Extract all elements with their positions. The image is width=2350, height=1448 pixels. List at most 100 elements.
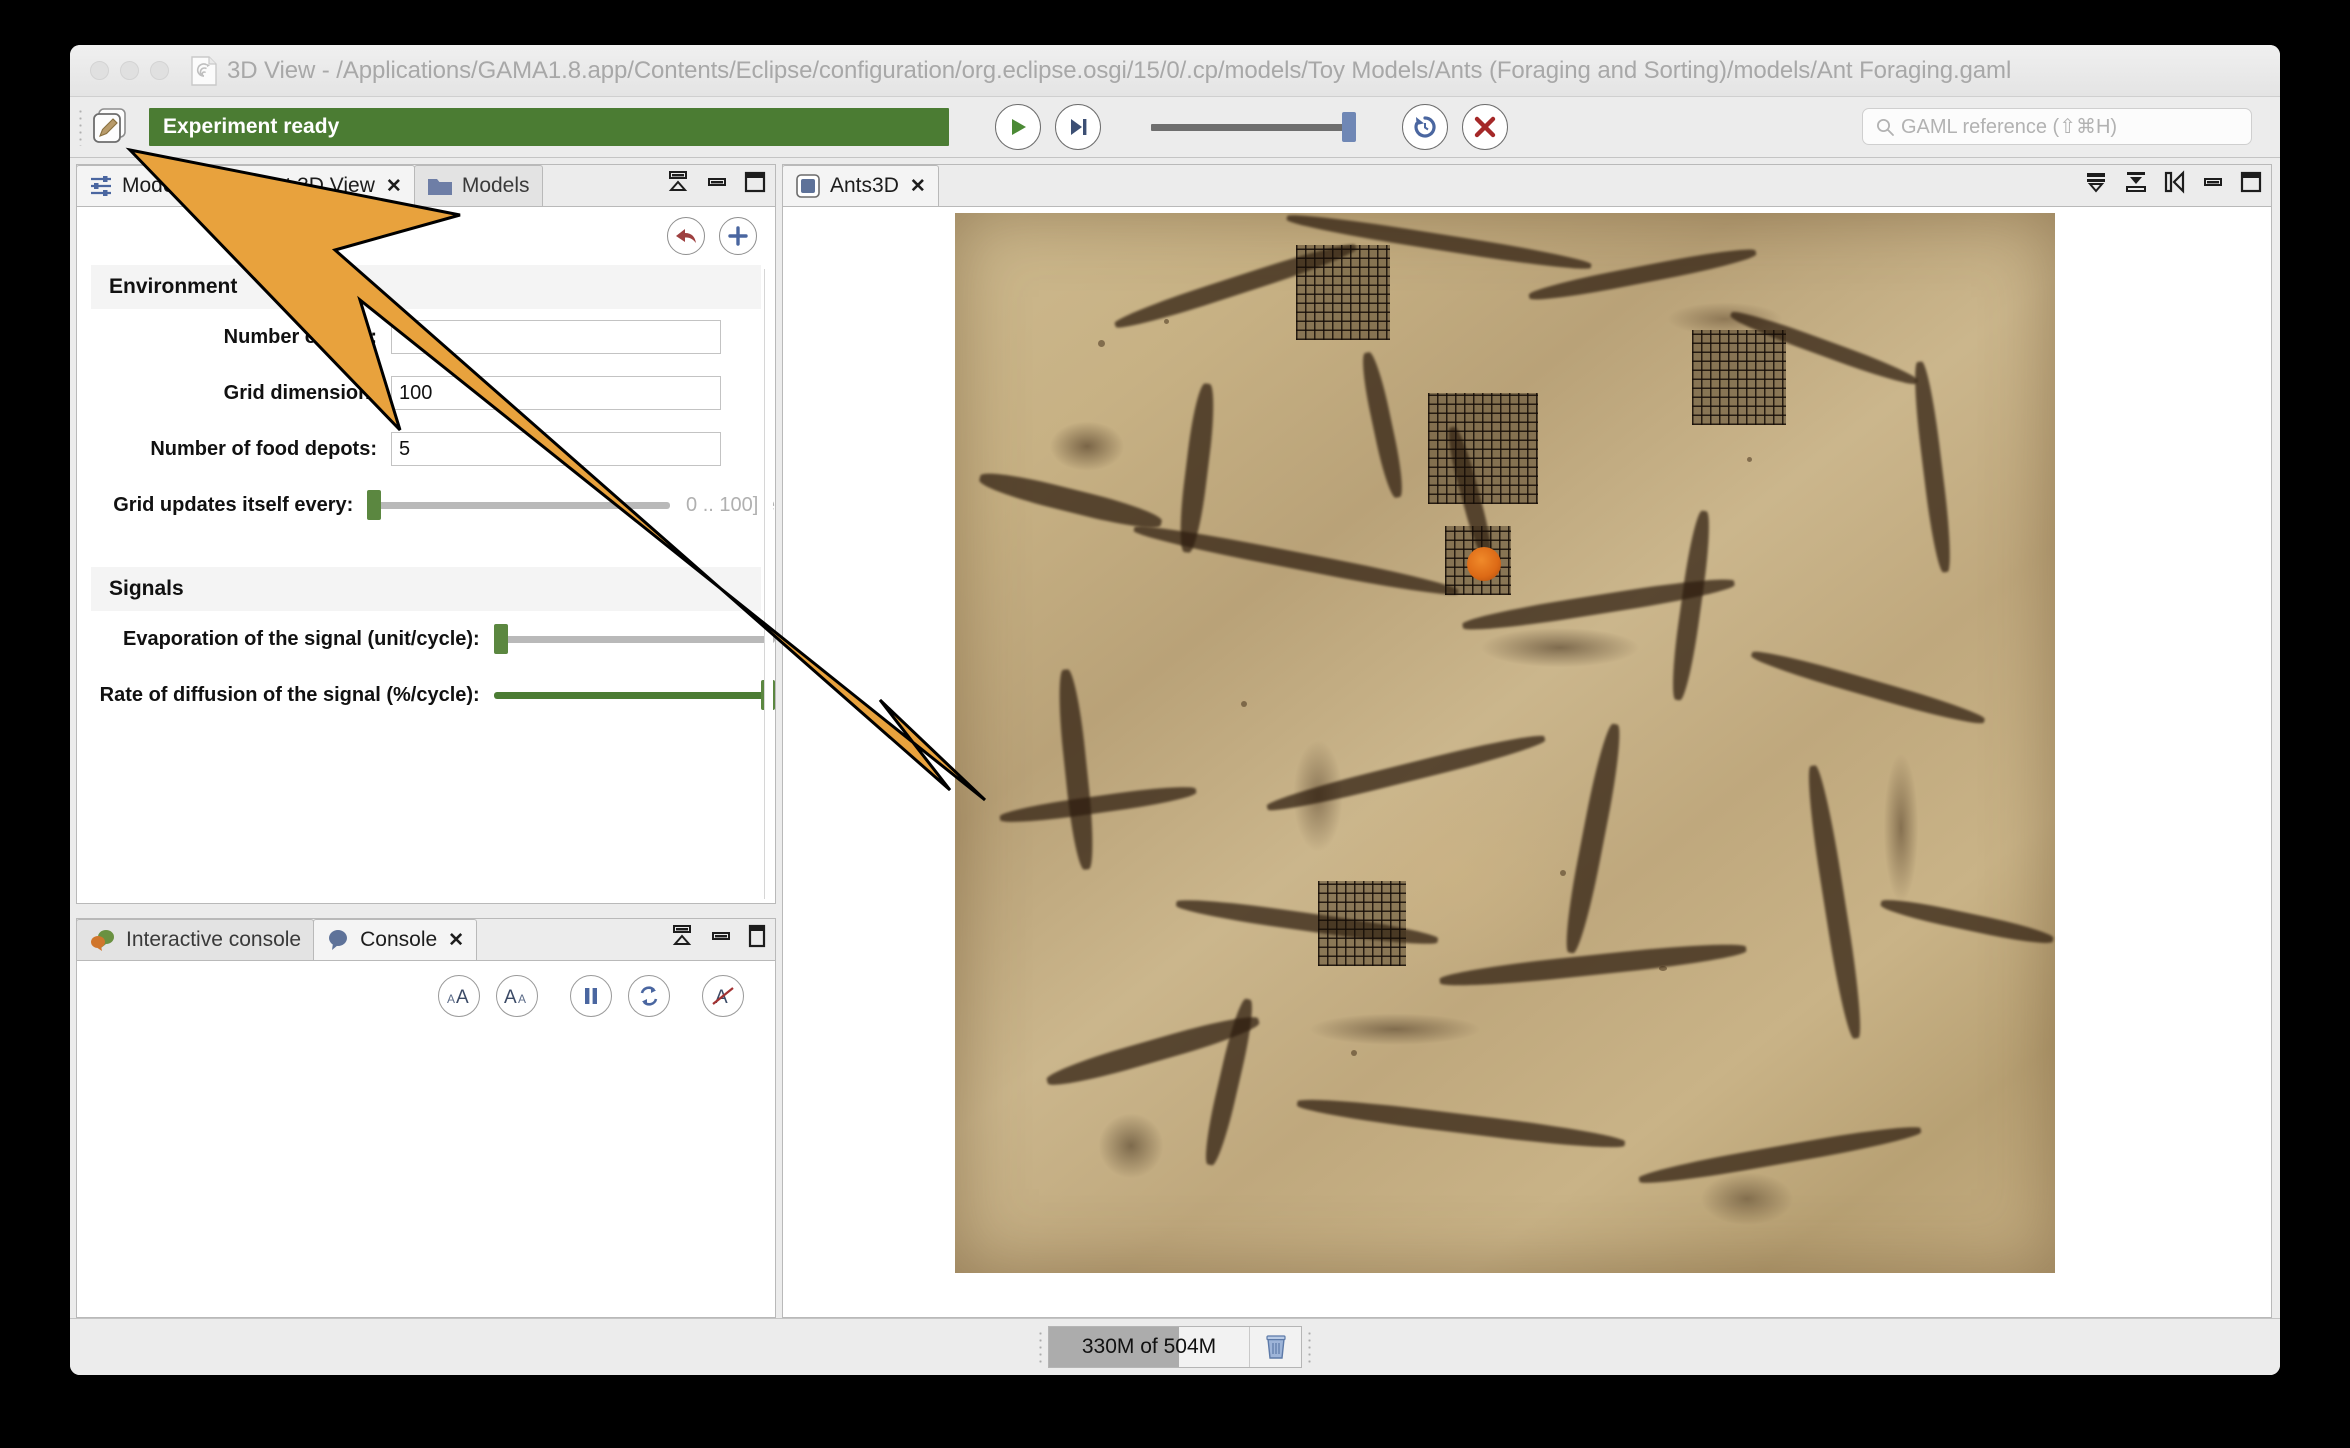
close-window-button[interactable]	[90, 61, 109, 80]
parameter-slider[interactable]	[493, 678, 775, 712]
parameter-text-input[interactable]: 100	[391, 376, 721, 410]
simulation-canvas[interactable]	[783, 207, 2271, 1317]
decrease-font-icon[interactable]: A A	[496, 975, 538, 1017]
tab-label: Models	[461, 174, 530, 197]
status-message: Experiment ready	[163, 115, 340, 138]
speech-bubbles-icon	[89, 928, 117, 952]
tab-label: Console	[360, 928, 438, 951]
parameters-view-buttons	[665, 170, 767, 199]
edit-experiment-icon[interactable]	[89, 106, 135, 148]
slider-range-text: 0 .. 100] e	[686, 493, 775, 516]
speech-bubble-icon	[326, 928, 351, 952]
pause-icon[interactable]	[570, 975, 612, 1017]
parameter-row: Grid dimension: 100	[77, 365, 775, 421]
tab-ants3d[interactable]: Ants3D ✕	[782, 165, 939, 206]
nest-center-marker	[1466, 546, 1501, 581]
console-tab-bar: Interactive console Console ✕	[76, 919, 775, 961]
slider-track	[493, 691, 775, 699]
close-icon[interactable]: ✕	[910, 175, 926, 198]
step-button[interactable]	[1055, 104, 1101, 150]
restore-icon[interactable]	[2201, 170, 2225, 199]
parameter-row: Grid updates itself every: 0 .. 100] e	[77, 477, 775, 533]
parameter-slider[interactable]	[367, 488, 671, 522]
speed-slider-thumb[interactable]	[1342, 112, 1356, 142]
sync-down-icon[interactable]	[2083, 170, 2109, 199]
parameter-row: Rate of diffusion of the signal (%/cycle…	[77, 667, 775, 723]
maximize-icon[interactable]	[747, 924, 767, 953]
tab-model-experiment-3d-view[interactable]: Model Experiment 3D View ✕	[76, 165, 415, 206]
tab-label: Model Experiment 3D View	[122, 174, 375, 197]
play-button[interactable]	[995, 104, 1041, 150]
left-column: Model Experiment 3D View ✕ Models Enviro…	[70, 158, 782, 1318]
gama-document-icon	[191, 55, 217, 86]
parameter-text-input[interactable]	[391, 320, 721, 354]
parameters-scroll-area: Environment Number of ants: Grid dimension…	[77, 265, 775, 903]
console-toolbar: A A A A	[77, 961, 775, 1031]
parameters-panel: Model Experiment 3D View ✕ Models Enviro…	[76, 164, 776, 904]
add-icon[interactable]	[719, 217, 757, 255]
increase-font-icon[interactable]: A A	[438, 975, 480, 1017]
simulation-view-panel: Ants3D ✕	[782, 164, 2272, 1318]
parameter-label: Grid dimension:	[223, 381, 377, 404]
slider-thumb[interactable]	[367, 490, 382, 520]
minimize-icon[interactable]	[669, 924, 695, 953]
memory-widget: 330M of 504M	[1048, 1326, 1302, 1368]
search-input[interactable]: GAML reference (⇧⌘H)	[1862, 108, 2252, 145]
stop-button[interactable]	[1462, 104, 1508, 150]
revert-icon[interactable]	[667, 217, 705, 255]
slider-thumb[interactable]	[493, 624, 508, 654]
parameter-label: Number of food depots:	[150, 437, 377, 460]
parameter-row: Number of food depots: 5	[77, 421, 775, 477]
parameter-text-input[interactable]: 5	[391, 432, 721, 466]
minimize-icon[interactable]	[665, 170, 691, 199]
parameter-label: Number of ants:	[223, 325, 377, 348]
parameter-row: Evaporation of the signal (unit/cycle):	[77, 611, 775, 667]
maximize-icon[interactable]	[743, 170, 767, 199]
close-icon[interactable]: ✕	[386, 175, 402, 198]
tab-console[interactable]: Console ✕	[313, 919, 478, 960]
snapshot-icon[interactable]	[2163, 170, 2187, 199]
minimize-window-button[interactable]	[120, 61, 139, 80]
status-grip-right[interactable]	[1307, 1330, 1312, 1364]
parameters-icon	[89, 174, 113, 198]
speed-slider[interactable]	[1151, 112, 1356, 142]
svg-text:A: A	[504, 987, 517, 1008]
terrain-surface	[955, 210, 2055, 1273]
status-grip-left[interactable]	[1038, 1330, 1043, 1364]
slider-track	[367, 501, 671, 509]
parameters-scrollbar[interactable]	[764, 269, 773, 899]
display-icon	[795, 173, 821, 199]
right-column: Ants3D ✕	[782, 158, 2280, 1318]
restore-icon[interactable]	[705, 170, 729, 199]
clear-console-icon[interactable]: A	[702, 975, 744, 1017]
tab-label: Ants3D	[830, 174, 899, 197]
sync-icon[interactable]	[628, 975, 670, 1017]
close-icon[interactable]: ✕	[448, 929, 464, 952]
search-icon	[1875, 117, 1895, 137]
toolbar-grip[interactable]	[78, 108, 83, 146]
collapse-icon[interactable]	[2123, 170, 2149, 199]
food-depot	[1428, 393, 1538, 505]
view-tab-bar: Ants3D ✕	[782, 165, 2271, 207]
parameters-tab-bar: Model Experiment 3D View ✕ Models	[76, 165, 775, 207]
main-toolbar: Experiment ready GAML reference (⇧⌘H)	[70, 97, 2280, 158]
section-header: Signals	[91, 567, 761, 611]
memory-text: 330M of 504M	[1081, 1335, 1217, 1358]
garbage-collect-icon[interactable]	[1249, 1327, 1301, 1367]
reload-button[interactable]	[1402, 104, 1448, 150]
console-view-buttons	[669, 924, 767, 953]
restore-icon[interactable]	[709, 924, 733, 953]
parameter-slider[interactable]	[493, 622, 775, 656]
svg-text:A: A	[518, 992, 526, 1006]
zoom-window-button[interactable]	[150, 61, 169, 80]
svg-text:A: A	[447, 992, 455, 1006]
window-title: 3D View - /Applications/GAMA1.8.app/Cont…	[227, 56, 2012, 84]
view-panel-buttons	[2083, 170, 2263, 199]
search-placeholder: GAML reference (⇧⌘H)	[1901, 116, 2118, 138]
tab-interactive-console[interactable]: Interactive console	[76, 919, 315, 960]
tab-models[interactable]: Models	[413, 165, 543, 206]
console-panel: Interactive console Console ✕ A A A A	[76, 918, 776, 1318]
status-badge: Experiment ready	[149, 108, 949, 146]
speed-slider-track	[1151, 123, 1356, 131]
maximize-icon[interactable]	[2239, 170, 2263, 199]
